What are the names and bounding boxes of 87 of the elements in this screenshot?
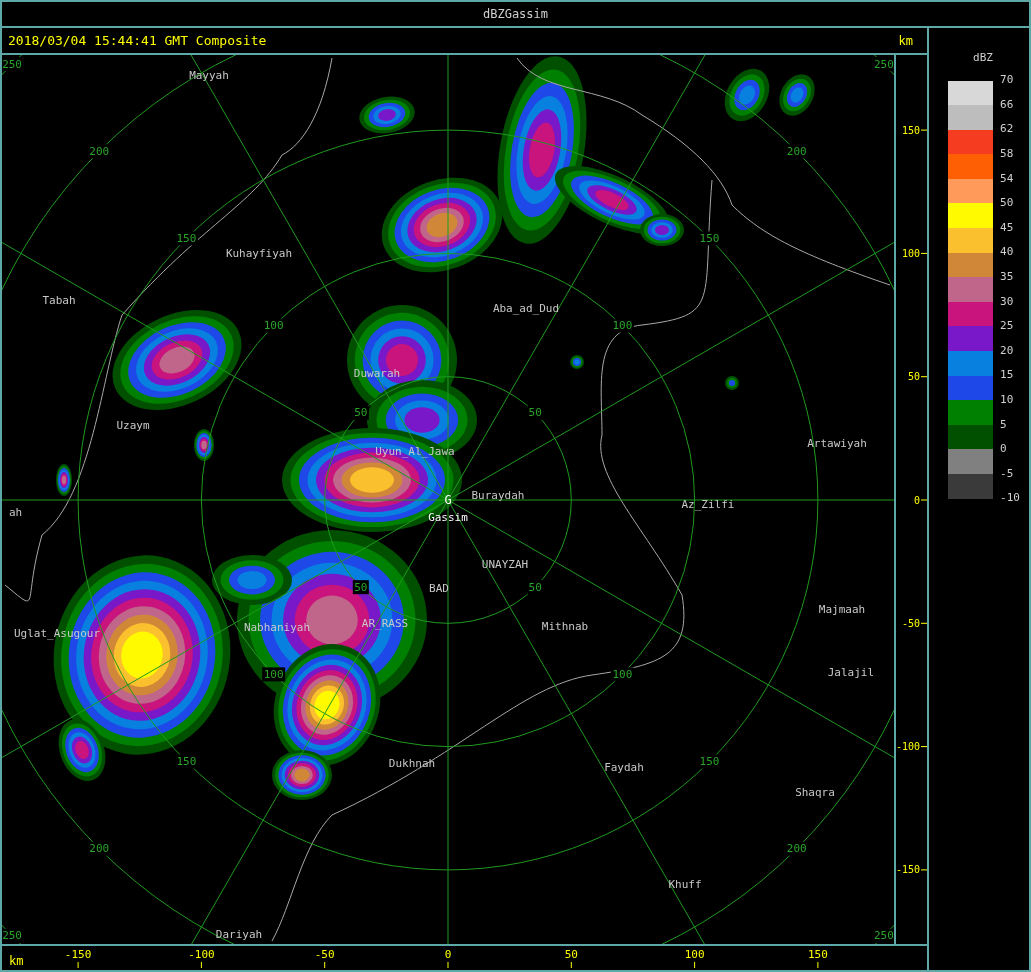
radar-echo	[570, 355, 584, 369]
place-label: Buraydah	[471, 488, 525, 502]
place-label: UNAYZAH	[481, 557, 529, 571]
radar-echo	[194, 429, 214, 461]
place-label: Mithnab	[541, 619, 589, 633]
legend-value-label: 70	[1000, 72, 1014, 89]
radar-echo	[56, 464, 72, 496]
axis-unit-label: km	[898, 32, 913, 50]
range-label: 100	[262, 667, 286, 682]
tick-mark	[694, 961, 696, 969]
legend-value-label: 50	[1000, 195, 1014, 212]
axis-tick-label: 0	[913, 494, 920, 506]
place-label: Dariyah	[215, 927, 263, 941]
tick-mark	[920, 499, 927, 501]
place-label: Artawiyah	[807, 436, 867, 450]
range-label: 150	[698, 231, 722, 246]
range-label: 250	[2, 57, 24, 72]
place-label: Khuff	[668, 877, 702, 891]
axis-tick-label: -150	[895, 864, 920, 876]
tick-mark	[817, 961, 819, 969]
place-label: Uzaym	[116, 418, 150, 432]
axis-tick-label: 50	[907, 371, 920, 383]
radar-site-label: Gassim	[428, 510, 468, 524]
tick-mark	[570, 961, 572, 969]
axis-tick-label: 0	[444, 947, 452, 961]
place-label: Faydah	[604, 760, 644, 774]
tick-mark	[920, 252, 927, 254]
axis-tick-label: -100	[188, 947, 215, 961]
place-label: Uyun_Al_Jawa	[375, 444, 455, 458]
place-label: Kuhayfiyah	[225, 246, 293, 260]
legend-value-label: 20	[1000, 342, 1014, 359]
legend-value-label: 5	[1000, 416, 1007, 433]
legend-value-label: 10	[1000, 391, 1014, 408]
axis-tick-label: 100	[684, 947, 705, 961]
tick-mark	[920, 129, 927, 131]
legend-value-label: 35	[1000, 269, 1014, 285]
tick-mark	[920, 622, 927, 624]
axis-tick-label: -50	[901, 617, 920, 629]
legend-value-label: 58	[1000, 146, 1014, 163]
place-label: Majmaah	[818, 602, 866, 616]
radar-echo	[724, 68, 770, 122]
tick-mark	[920, 376, 927, 378]
legend-value-label: 30	[1000, 293, 1014, 310]
place-label: BAD	[429, 581, 449, 595]
legend-value-label: 0	[1000, 441, 1007, 458]
radar-echo	[725, 376, 739, 390]
legend-value-label: -5	[1000, 465, 1014, 482]
place-label: Shaqra	[795, 785, 835, 799]
radar-echo	[359, 96, 415, 134]
legend-value-label: 15	[1000, 367, 1014, 384]
place-label: Mayyah	[189, 68, 229, 82]
axis-tick-label: -100	[895, 741, 920, 753]
range-label: 200	[87, 144, 111, 159]
legend-value-label: -10	[1000, 490, 1020, 507]
radar-site-marker: G	[444, 493, 452, 507]
tick-mark	[324, 961, 326, 969]
legend-value-label: 45	[1000, 219, 1014, 236]
radar-echo	[779, 74, 815, 116]
legend-value-label: 62	[1000, 121, 1014, 138]
range-label: 200	[785, 144, 809, 159]
place-label: Tabah	[42, 293, 76, 307]
axis-tick-label: -50	[314, 947, 335, 961]
legend-value-label: 40	[1000, 244, 1014, 261]
legend-title: dBZ	[973, 50, 993, 66]
axis-tick-label: -150	[64, 947, 92, 961]
axis-tick-label: 150	[901, 124, 920, 136]
place-label: Jalajil	[827, 665, 874, 679]
timestamp-text: 2018/03/04 15:44:41 GMT Composite	[8, 31, 267, 50]
tick-mark	[77, 961, 79, 969]
range-label: 100	[610, 667, 634, 682]
legend-value-label: 54	[1000, 170, 1014, 187]
axis-unit-label: km	[9, 954, 24, 968]
tick-mark	[447, 961, 449, 969]
range-label: 50	[527, 580, 544, 595]
legend-value-label: 25	[1000, 318, 1014, 335]
axis-tick-label: 150	[807, 947, 828, 961]
window-title: dBZGassim	[483, 6, 548, 23]
axis-tick-label: 100	[901, 247, 920, 259]
place-label: ah	[9, 505, 23, 519]
tick-mark	[200, 961, 202, 969]
axis-tick-label: 50	[564, 947, 578, 961]
place-label: Dukhnah	[388, 756, 436, 770]
place-label: Aba_ad_Dud	[492, 301, 560, 315]
range-label: 250	[872, 57, 895, 72]
legend-value-label: 66	[1000, 96, 1014, 113]
tick-mark	[920, 869, 927, 871]
tick-mark	[920, 746, 927, 748]
